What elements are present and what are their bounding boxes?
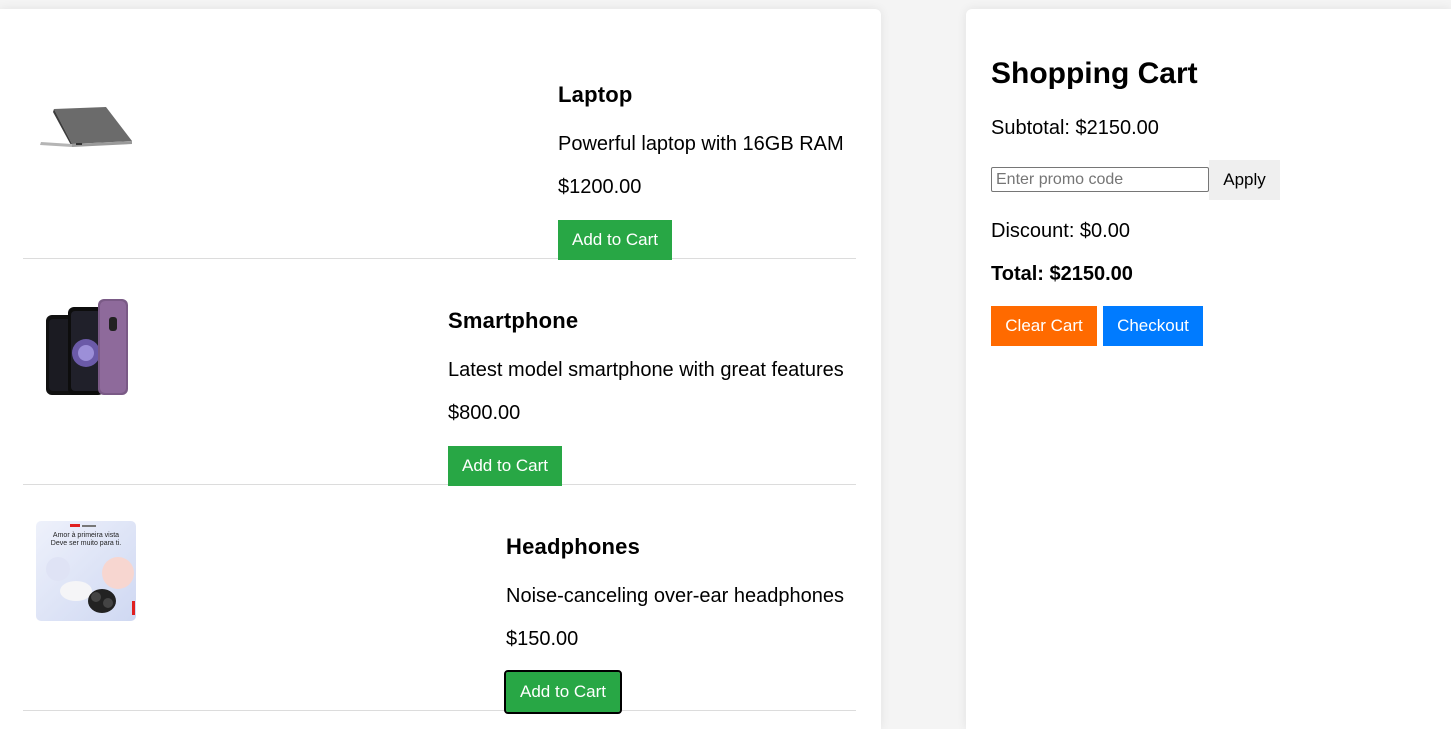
product-name: Laptop [558, 82, 633, 107]
checkout-button[interactable]: Checkout [1103, 306, 1203, 346]
headphones-ad-image: Amor à primeira vista Deve ser muito par… [36, 521, 136, 621]
product-item-laptop: Laptop Powerful laptop with 16GB RAM $12… [23, 32, 856, 260]
promo-code-input[interactable] [991, 167, 1209, 192]
cart-total: Total: $2150.00 [991, 263, 1133, 285]
product-description: Latest model smartphone with great featu… [448, 359, 844, 381]
apply-promo-button[interactable]: Apply [1209, 160, 1280, 200]
clear-cart-button[interactable]: Clear Cart [991, 306, 1097, 346]
shopping-cart-panel: Shopping Cart Subtotal: $2150.00 Apply D… [966, 9, 1451, 729]
product-name: Smartphone [448, 308, 579, 333]
add-to-cart-button[interactable]: Add to Cart [504, 670, 622, 714]
product-price: $800.00 [448, 402, 521, 424]
product-description: Noise-canceling over-ear headphones [506, 585, 844, 607]
ad-text-line-1: Amor à primeira vista [53, 532, 119, 539]
add-to-cart-button[interactable]: Add to Cart [448, 446, 562, 486]
laptop-image [36, 69, 136, 169]
ad-text-line-2: Deve ser muito para ti. [51, 540, 121, 547]
product-price: $1200.00 [558, 176, 642, 198]
product-item-smartphone: Smartphone Latest model smartphone with … [23, 258, 856, 486]
product-item-headphones: Amor à primeira vista Deve ser muito par… [23, 484, 856, 714]
product-name: Headphones [506, 534, 641, 559]
cart-subtotal: Subtotal: $2150.00 [991, 117, 1159, 139]
product-price: $150.00 [506, 628, 579, 650]
product-description: Powerful laptop with 16GB RAM [558, 133, 844, 155]
product-list: Laptop Powerful laptop with 16GB RAM $12… [0, 9, 881, 729]
cart-title: Shopping Cart [991, 57, 1198, 90]
add-to-cart-button[interactable]: Add to Cart [558, 220, 672, 260]
cart-discount: Discount: $0.00 [991, 220, 1130, 242]
smartphone-image [36, 295, 136, 395]
